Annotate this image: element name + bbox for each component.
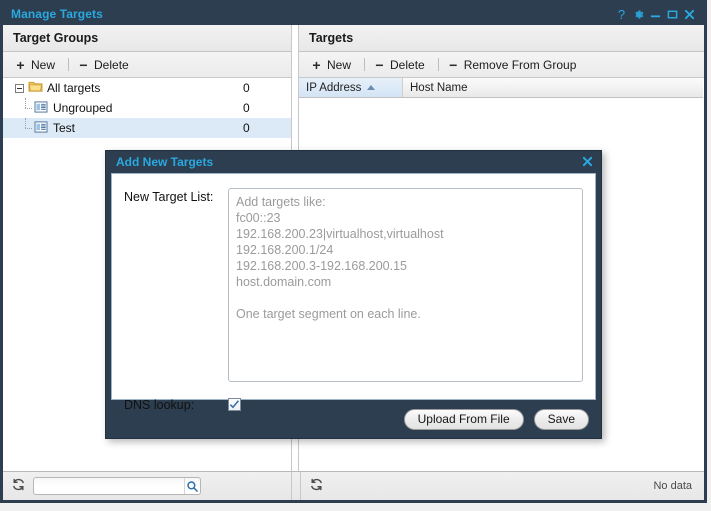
refresh-icon[interactable] (309, 477, 324, 495)
minus-icon: − (375, 56, 384, 73)
collapse-expander-icon[interactable] (15, 83, 24, 93)
document-icon (34, 120, 48, 136)
tree-connector (21, 98, 34, 118)
tree-item-count: 0 (243, 121, 250, 135)
delete-target-label: Delete (390, 57, 425, 72)
minus-icon: − (79, 56, 88, 73)
new-target-button[interactable]: + New (307, 57, 359, 73)
minus-icon: − (449, 56, 458, 73)
new-target-list-label: New Target List: (124, 190, 214, 204)
target-groups-toolbar: + New − Delete (3, 52, 291, 78)
column-header-label: IP Address (306, 81, 362, 94)
refresh-icon[interactable] (11, 477, 26, 495)
search-input[interactable] (34, 478, 184, 494)
new-target-list-textarea[interactable] (228, 188, 583, 382)
search-icon[interactable] (184, 478, 200, 494)
delete-group-label: Delete (94, 57, 129, 72)
delete-group-button[interactable]: − Delete (74, 57, 137, 73)
targets-grid-header: IP Address Host Name (299, 78, 703, 98)
new-target-label: New (327, 57, 352, 72)
remove-from-group-button[interactable]: − Remove From Group (444, 57, 585, 73)
add-new-targets-dialog: Add New Targets New Target List: DNS loo… (105, 150, 602, 439)
toolbar-separator (437, 58, 439, 71)
plus-icon: + (16, 56, 25, 73)
column-header-label: Host Name (410, 81, 468, 94)
tree-item-label: Test (53, 121, 76, 135)
status-bars: No data (3, 471, 704, 500)
target-groups-header: Target Groups (3, 25, 291, 52)
sort-ascending-icon (367, 85, 376, 90)
tree-item-count: 0 (243, 101, 250, 115)
search-box[interactable] (33, 477, 201, 495)
remove-from-group-label: Remove From Group (463, 57, 577, 72)
plus-icon: + (312, 56, 321, 73)
tree-item-all-targets[interactable]: All targets 0 (3, 78, 291, 98)
new-target-list-field: New Target List: (124, 188, 583, 382)
dialog-titlebar: Add New Targets (106, 151, 601, 173)
dialog-body: New Target List: DNS lookup: (111, 173, 596, 412)
dialog-title: Add New Targets (116, 155, 214, 169)
tree-item-label: Ungrouped (53, 101, 113, 115)
minimize-icon[interactable] (647, 5, 664, 23)
help-icon[interactable]: ? (613, 5, 630, 23)
new-group-button[interactable]: + New (11, 57, 63, 73)
folder-icon (28, 80, 43, 96)
tree-connector (21, 118, 34, 138)
upload-from-file-button[interactable]: Upload From File (403, 408, 524, 430)
close-icon[interactable] (681, 5, 698, 23)
tree-item-ungrouped[interactable]: Ungrouped 0 (3, 98, 291, 118)
dialog-close-icon[interactable] (582, 156, 593, 169)
column-header-ip-address[interactable]: IP Address (299, 78, 403, 97)
dialog-footer: Upload From File Save (106, 400, 601, 438)
toolbar-separator (68, 58, 70, 71)
tree-item-label: All targets (47, 81, 101, 95)
delete-target-button[interactable]: − Delete (370, 57, 433, 73)
document-icon (34, 100, 48, 116)
no-data-status: No data (653, 480, 692, 492)
gear-icon[interactable] (630, 5, 647, 23)
targets-toolbar: + New − Delete − Remove From Group (299, 52, 704, 78)
right-status-bar: No data (301, 472, 704, 500)
maximize-icon[interactable] (664, 5, 681, 23)
column-header-host-name[interactable]: Host Name (403, 78, 703, 97)
tree-item-test[interactable]: Test 0 (3, 118, 291, 138)
toolbar-separator (364, 58, 366, 71)
tree-item-count: 0 (243, 81, 250, 95)
window-titlebar: Manage Targets ? (3, 3, 704, 25)
left-status-bar (3, 472, 291, 500)
save-button[interactable]: Save (533, 408, 589, 430)
status-bar-divider (291, 472, 301, 500)
new-group-label: New (31, 57, 56, 72)
window-title: Manage Targets (11, 7, 103, 21)
targets-header: Targets (299, 25, 704, 52)
